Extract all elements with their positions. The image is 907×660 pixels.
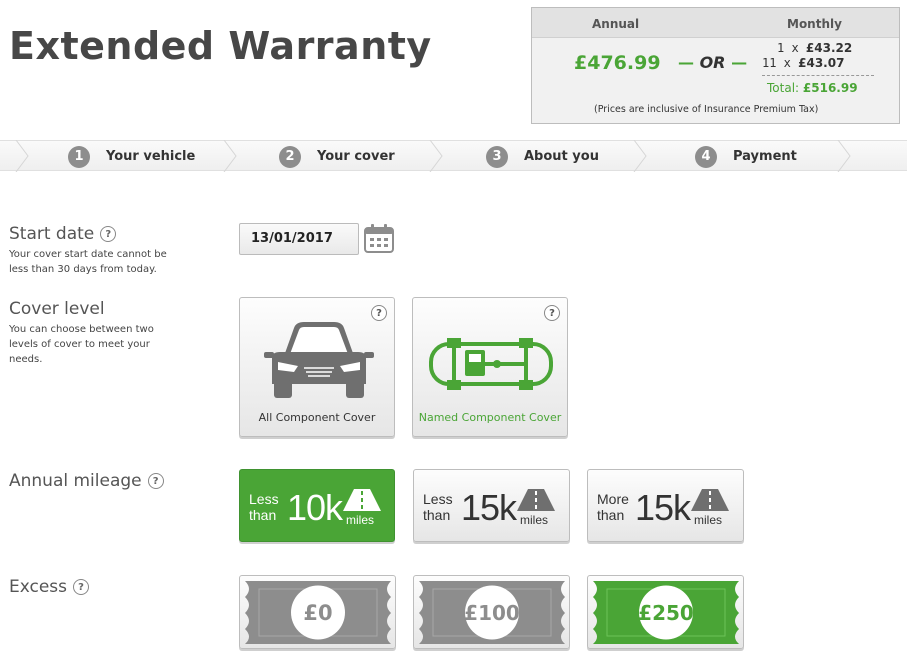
car-chassis-icon [429,338,553,390]
progress-steps: 1 Your vehicle 2 Your cover 3 About you … [0,140,907,172]
mileage-value: 10k [287,487,343,528]
cover-level-description: You can choose between two levels of cov… [9,324,154,365]
named-component-caption: Named Component Cover [418,411,562,424]
excess-help-icon[interactable]: ? [73,579,90,595]
or-separator: — OR — [678,53,748,72]
start-date-input[interactable]: 13/01/2017 [239,223,359,255]
mileage-qualifier-line1: Less [423,491,453,507]
step-your-vehicle[interactable]: 1 Your vehicle [68,141,195,172]
mileage-option-more-15k[interactable]: More than 15k miles [587,469,744,542]
banknote-icon: £100 [419,581,565,644]
excess-label: Excess ? [9,577,90,597]
calendar-icon[interactable] [363,222,395,254]
cover-level-label-text: Cover level [9,299,105,319]
or-label: OR [699,53,726,72]
start-date-label: Start date ? [9,224,117,244]
step-number: 3 [486,145,508,168]
excess-amount: £250 [638,601,694,625]
named-component-help-icon[interactable]: ? [544,305,560,321]
annual-label: Annual [592,17,640,31]
cover-level-label: Cover level [9,299,105,319]
tax-note: (Prices are inclusive of Insurance Premi… [594,104,819,115]
banknote-icon: £250 [593,581,739,644]
monthly-first-payment: 1 x £43.22 [777,41,852,55]
step-divider-chevron [15,140,29,172]
step-label: About you [524,149,599,164]
total-value: £516.99 [802,81,858,95]
mileage-qualifier-line1: Less [249,491,279,507]
step-number: 2 [279,145,301,168]
step-number: 1 [68,145,90,168]
step-payment[interactable]: 4 Payment [695,141,797,172]
excess-option-100[interactable]: £100 [413,575,570,649]
step-about-you[interactable]: 3 About you [486,141,599,172]
mileage-qualifier-line1: More [597,491,629,507]
banknote-icon: £0 [245,581,391,644]
mileage-qualifier-line2: than [423,507,451,523]
total-divider [762,75,874,76]
step-label: Your vehicle [106,149,196,164]
mileage-unit: miles [520,513,549,527]
page-title: Extended Warranty [9,24,432,68]
step-divider-chevron [223,140,237,172]
monthly-remaining-prefix: 11 x [762,56,799,70]
monthly-label: Monthly [787,17,842,31]
step-divider-chevron [633,140,647,172]
monthly-total: Total: £516.99 [767,81,858,95]
monthly-remaining-value: £43.07 [798,56,845,70]
mileage-unit: miles [694,513,723,527]
price-summary: Annual Monthly £476.99 — OR — 1 x £43.22… [531,7,900,124]
start-date-help-icon[interactable]: ? [100,226,117,242]
step-number: 4 [695,145,717,168]
excess-amount: £0 [303,601,332,625]
mileage-value: 15k [635,487,691,528]
annual-price: £476.99 [574,52,661,74]
road-icon [517,489,555,511]
mileage-value: 15k [461,487,517,528]
annual-mileage-label-text: Annual mileage [9,471,142,491]
start-date-label-text: Start date [9,224,95,244]
excess-option-250[interactable]: £250 [587,575,744,649]
step-divider-chevron [429,140,443,172]
price-summary-header [532,8,899,38]
cover-option-named-component[interactable]: ? Named Component Cover [412,297,568,437]
monthly-first-value: £43.22 [805,41,853,55]
step-label: Your cover [317,149,395,164]
excess-amount: £100 [464,601,520,625]
annual-mileage-label: Annual mileage ? [9,471,164,491]
mileage-option-less-15k[interactable]: Less than 15k miles [413,469,570,542]
step-divider-chevron [837,140,851,172]
mileage-qualifier-line2: than [597,507,625,523]
all-component-caption: All Component Cover [258,411,376,424]
step-your-cover[interactable]: 2 Your cover [279,141,395,172]
monthly-first-prefix: 1 x [777,41,806,55]
mileage-option-less-10k[interactable]: Less than 10k miles [239,469,395,542]
monthly-remaining-payments: 11 x £43.07 [762,56,844,70]
start-date-description: Your cover start date cannot be less tha… [9,249,167,275]
excess-label-text: Excess [9,577,68,597]
road-icon [343,489,381,511]
total-label: Total: [767,81,800,95]
excess-option-0[interactable]: £0 [239,575,396,649]
car-front-icon [264,322,374,398]
road-icon [691,489,729,511]
mileage-qualifier-line2: than [249,507,277,523]
mileage-unit: miles [346,513,375,527]
step-label: Payment [733,149,797,164]
cover-option-all-component[interactable]: ? All Component Cover [239,297,395,437]
annual-mileage-help-icon[interactable]: ? [147,473,164,489]
